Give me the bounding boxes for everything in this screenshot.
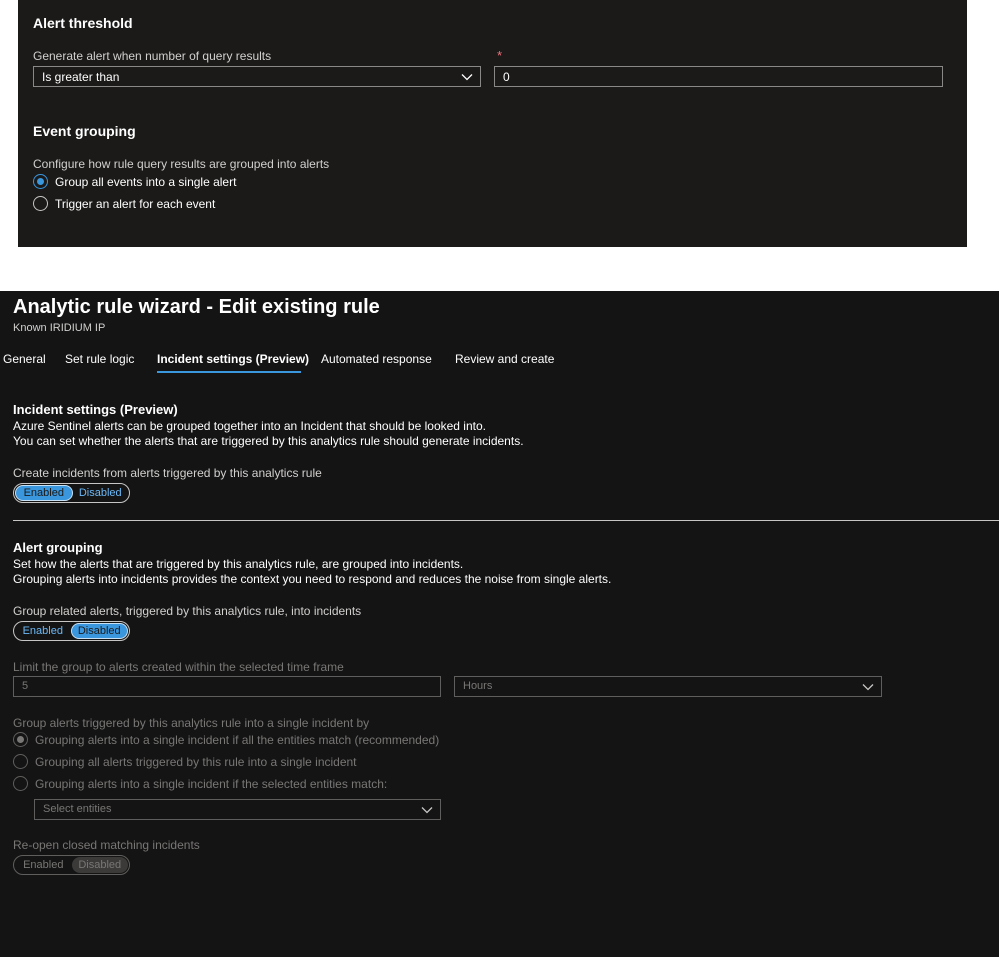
section-divider xyxy=(13,520,999,521)
limit-unit-value: Hours xyxy=(463,680,493,692)
radio-group-all-alerts[interactable]: Grouping all alerts triggered by this ru… xyxy=(13,754,357,769)
tab-incident-settings[interactable]: Incident settings (Preview) xyxy=(157,352,309,366)
page-title: Analytic rule wizard - Edit existing rul… xyxy=(13,296,380,318)
alert-settings-panel: Alert threshold Generate alert when numb… xyxy=(18,0,967,247)
radio-selected-icon[interactable] xyxy=(13,732,28,747)
incident-settings-desc-2: You can set whether the alerts that are … xyxy=(13,434,524,448)
create-incidents-toggle[interactable]: Enabled Disabled xyxy=(13,483,130,503)
radio-unselected-icon[interactable] xyxy=(13,776,28,791)
chevron-down-icon xyxy=(461,74,473,81)
radio-trigger-each-event[interactable]: Trigger an alert for each event xyxy=(33,196,215,211)
tab-set-rule-logic[interactable]: Set rule logic xyxy=(65,352,134,366)
radio-group-selected-entities[interactable]: Grouping alerts into a single incident i… xyxy=(13,776,387,791)
reopen-incidents-label: Re-open closed matching incidents xyxy=(13,838,200,852)
reopen-incidents-toggle[interactable]: Enabled Disabled xyxy=(13,855,130,875)
limit-unit-dropdown[interactable]: Hours xyxy=(454,676,882,697)
group-related-alerts-toggle[interactable]: Enabled Disabled xyxy=(13,621,130,641)
radio-group-all-entities[interactable]: Grouping alerts into a single incident i… xyxy=(13,732,439,747)
analytic-rule-wizard: Analytic rule wizard - Edit existing rul… xyxy=(0,291,999,957)
toggle-enabled-option[interactable]: Enabled xyxy=(15,623,71,639)
toggle-disabled-option[interactable]: Disabled xyxy=(70,623,128,639)
select-entities-placeholder: Select entities xyxy=(43,803,112,815)
threshold-operator-value: Is greater than xyxy=(42,70,120,84)
radio-selected-icon[interactable] xyxy=(33,174,48,189)
active-tab-indicator xyxy=(157,371,301,373)
incident-settings-heading: Incident settings (Preview) xyxy=(13,402,178,417)
toggle-enabled-option[interactable]: Enabled xyxy=(15,857,72,873)
limit-timeframe-label: Limit the group to alerts created within… xyxy=(13,660,344,674)
alert-grouping-desc-2: Grouping alerts into incidents provides … xyxy=(13,572,612,586)
group-related-alerts-label: Group related alerts, triggered by this … xyxy=(13,604,362,618)
create-incidents-label: Create incidents from alerts triggered b… xyxy=(13,466,322,480)
radio-label: Grouping all alerts triggered by this ru… xyxy=(35,754,357,769)
toggle-enabled-option[interactable]: Enabled xyxy=(15,485,73,501)
alert-grouping-desc-1: Set how the alerts that are triggered by… xyxy=(13,557,464,571)
radio-label: Trigger an alert for each event xyxy=(55,196,216,211)
select-entities-dropdown[interactable]: Select entities xyxy=(34,799,441,820)
toggle-disabled-option[interactable]: Disabled xyxy=(73,485,129,501)
threshold-value: 0 xyxy=(503,70,510,84)
group-by-label: Group alerts triggered by this analytics… xyxy=(13,716,370,730)
threshold-operator-dropdown[interactable]: Is greater than xyxy=(33,66,481,87)
alert-threshold-heading: Alert threshold xyxy=(33,15,133,31)
limit-timeframe-value: 5 xyxy=(22,680,29,692)
event-grouping-heading: Event grouping xyxy=(33,123,136,139)
tab-automated-response[interactable]: Automated response xyxy=(321,352,432,366)
chevron-down-icon xyxy=(421,807,433,814)
radio-label: Grouping alerts into a single incident i… xyxy=(35,776,388,791)
radio-unselected-icon[interactable] xyxy=(13,754,28,769)
radio-unselected-icon[interactable] xyxy=(33,196,48,211)
threshold-value-input[interactable]: 0 xyxy=(494,66,943,87)
radio-label: Group all events into a single alert xyxy=(55,174,237,189)
radio-label: Grouping alerts into a single incident i… xyxy=(35,732,440,747)
event-grouping-label: Configure how rule query results are gro… xyxy=(33,157,330,171)
alert-grouping-heading: Alert grouping xyxy=(13,540,103,555)
incident-settings-desc-1: Azure Sentinel alerts can be grouped tog… xyxy=(13,419,486,433)
chevron-down-icon xyxy=(862,684,874,691)
alert-threshold-label: Generate alert when number of query resu… xyxy=(33,49,272,63)
required-asterisk: * xyxy=(497,48,503,63)
tab-general[interactable]: General xyxy=(3,352,46,366)
rule-name-subtitle: Known IRIDIUM IP xyxy=(13,322,106,334)
tab-review-and-create[interactable]: Review and create xyxy=(455,352,554,366)
toggle-disabled-option[interactable]: Disabled xyxy=(71,857,128,873)
limit-timeframe-input[interactable]: 5 xyxy=(13,676,441,697)
radio-group-all-events[interactable]: Group all events into a single alert xyxy=(33,174,236,189)
